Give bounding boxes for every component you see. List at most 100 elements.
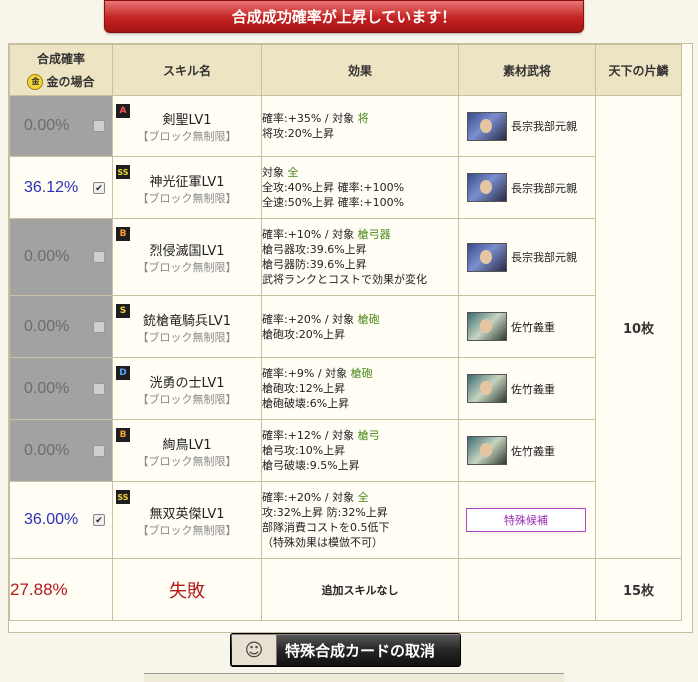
material-general-name: 佐竹義重 xyxy=(511,444,555,458)
skill-cell: SS 無双英傑LV1 【ブロック無制限】 xyxy=(112,481,262,559)
material-cell: 特殊候補 xyxy=(458,481,596,559)
rate-cell: 0.00% xyxy=(9,218,113,296)
skill-cell: SS 神光征軍LV1 【ブロック無制限】 xyxy=(112,156,262,219)
rank-badge-icon: B xyxy=(116,227,130,241)
skill-name: 洸勇の士LV1 xyxy=(149,375,225,391)
cancel-special-card-button[interactable]: ☺ 特殊合成カードの取消 xyxy=(230,633,461,667)
skill-name: 無双英傑LV1 xyxy=(149,507,225,522)
material-cell: 長宗我部元親 xyxy=(458,218,596,296)
rate-value: 0.00% xyxy=(24,317,70,335)
effect-line: 確率:+20% / 対象 全 xyxy=(262,491,369,504)
gold-label: 金の場合 xyxy=(46,75,95,89)
skill-row: 0.00% B 絢鳥LV1 【ブロック無制限】 確率:+12% / 対象 槍弓槍… xyxy=(9,419,682,482)
fusion-table: 合成確率 金金の場合 スキル名 効果 素材武将 天下の片鱗 0.00% A 剣聖… xyxy=(9,44,682,621)
skill-row: 0.00% B 烈侵滅国LV1 【ブロック無制限】 確率:+10% / 対象 槍… xyxy=(9,218,682,296)
skill-row: 36.12% ✔ SS 神光征軍LV1 【ブロック無制限】 対象 全全攻:40%… xyxy=(9,156,682,219)
rate-value: 36.00% xyxy=(24,511,79,528)
skill-block-note: 【ブロック無制限】 xyxy=(137,330,237,344)
effect-cell: 確率:+10% / 対象 槍弓器 槍弓器攻:39.6%上昇 槍弓器防:39.6%上昇… xyxy=(261,218,459,296)
skill-name: 烈侵滅国LV1 xyxy=(149,244,225,259)
material-cell: 佐竹義重 xyxy=(458,419,596,482)
skill-block-note: 【ブロック無制限】 xyxy=(137,454,237,468)
effect-cell: 確率:+20% / 対象 槍砲 槍砲攻:20%上昇 xyxy=(261,295,459,358)
general-portrait[interactable] xyxy=(467,436,507,465)
rate-checkbox[interactable]: ✔ xyxy=(93,181,105,194)
skill-header: スキル名 xyxy=(112,44,262,96)
general-portrait[interactable] xyxy=(467,173,507,202)
skill-row: 0.00% A 剣聖LV1 【ブロック無制限】 確率:+35% / 対象 将将攻… xyxy=(9,95,682,559)
general-portrait[interactable] xyxy=(467,312,507,341)
cancel-button-label: 特殊合成カードの取消 xyxy=(285,641,436,660)
success-rate-banner: 合成成功確率が上昇しています！ xyxy=(104,0,584,33)
effect-line: 確率:+9% / 対象 槍砲 xyxy=(262,367,373,380)
rate-value: 0.00% xyxy=(24,441,70,459)
special-candidate-button[interactable]: 特殊候補 xyxy=(466,508,586,532)
effect-cell: 確率:+20% / 対象 全攻:32%上昇 防:32%上昇 部隊消費コストを0.5… xyxy=(261,481,459,559)
material-general-name: 佐竹義重 xyxy=(511,320,555,334)
rate-checkbox[interactable] xyxy=(93,251,105,263)
skill-block-note: 【ブロック無制限】 xyxy=(137,130,237,143)
effect-line: 武将ランクとコストで効果が変化 xyxy=(262,273,427,286)
rank-badge-icon: B xyxy=(116,428,130,442)
effect-line: 全速:50%上昇 確率:+100% xyxy=(262,196,405,209)
material-general-name: 長宗我部元親 xyxy=(511,120,577,133)
rate-value: 0.00% xyxy=(24,379,70,397)
rate-value: 36.12% xyxy=(24,178,79,196)
effect-cell: 確率:+9% / 対象 槍砲 槍砲攻:12%上昇 槍砲破壊:6%上昇 xyxy=(261,357,459,420)
fail-row: 27.88% 失敗 追加スキルなし 15枚 xyxy=(9,558,682,621)
rate-header-label: 合成確率 xyxy=(36,52,85,66)
skill-block-note: 【ブロック無制限】 xyxy=(137,524,237,537)
gold-icon: 金 xyxy=(27,73,44,90)
rate-checkbox[interactable] xyxy=(93,320,105,333)
skill-row: 36.00% ✔ SS 無双英傑LV1 【ブロック無制限】 確率:+20% / … xyxy=(9,481,682,559)
general-portrait[interactable] xyxy=(467,242,507,272)
fail-rate: 27.88% xyxy=(9,558,113,621)
skill-cell: B 絢鳥LV1 【ブロック無制限】 xyxy=(112,419,262,482)
rate-checkbox[interactable] xyxy=(93,120,105,132)
rate-cell: 0.00% xyxy=(9,95,113,157)
rank-badge-icon: D xyxy=(116,366,130,380)
general-portrait[interactable] xyxy=(467,111,507,141)
rate-checkbox[interactable]: ✔ xyxy=(93,514,105,526)
material-general-name: 佐竹義重 xyxy=(511,382,555,396)
effect-line: 攻:32%上昇 防:32%上昇 xyxy=(262,506,388,519)
tenka-header: 天下の片鱗 xyxy=(595,44,682,96)
rate-cell: 36.00% ✔ xyxy=(9,481,113,559)
skill-name: 絢鳥LV1 xyxy=(162,437,212,453)
effect-line: 槍弓器攻:39.6%上昇 xyxy=(262,243,367,256)
effect-line: 将攻:20%上昇 xyxy=(262,127,335,140)
skill-name: 神光征軍LV1 xyxy=(149,174,225,190)
rate-checkbox[interactable] xyxy=(93,444,105,457)
material-general-name: 長宗我部元親 xyxy=(511,181,577,195)
effect-line: 槍砲攻:12%上昇 xyxy=(262,382,346,395)
rank-badge-icon: SS xyxy=(116,165,130,179)
effect-line: 確率:+10% / 対象 槍弓器 xyxy=(262,228,391,241)
rate-value: 0.00% xyxy=(24,117,70,134)
material-general-name: 長宗我部元親 xyxy=(511,251,577,264)
effect-line: 槍弓破壊:9.5%上昇 xyxy=(262,459,360,472)
rate-cell: 0.00% xyxy=(9,357,113,420)
effect-line: 部隊消費コストを0.5低下 xyxy=(262,521,390,534)
effect-line: 対象 全 xyxy=(262,166,299,179)
material-cell: 長宗我部元親 xyxy=(458,95,596,157)
rank-badge-icon: SS xyxy=(116,490,130,504)
rate-cell: 36.12% ✔ xyxy=(9,156,113,219)
effect-cell: 対象 全全攻:40%上昇 確率:+100% 全速:50%上昇 確率:+100% xyxy=(261,156,459,219)
skill-cell: S 銃槍竜騎兵LV1 【ブロック無制限】 xyxy=(112,295,262,358)
fail-effect: 追加スキルなし xyxy=(261,558,459,621)
tenka-count: 10枚 xyxy=(595,95,682,559)
skill-cell: A 剣聖LV1 【ブロック無制限】 xyxy=(112,95,262,157)
skill-name: 剣聖LV1 xyxy=(162,113,212,128)
rate-checkbox[interactable] xyxy=(93,382,105,395)
skill-name: 銃槍竜騎兵LV1 xyxy=(143,313,231,329)
skill-block-note: 【ブロック無制限】 xyxy=(137,191,237,205)
effect-cell: 確率:+35% / 対象 将将攻:20%上昇 xyxy=(261,95,459,157)
character-face-icon: ☺ xyxy=(232,635,277,665)
effect-line: 槍弓器防:39.6%上昇 xyxy=(262,258,367,271)
effect-line: 全攻:40%上昇 確率:+100% xyxy=(262,181,405,194)
material-header: 素材武将 xyxy=(458,44,596,96)
general-portrait[interactable] xyxy=(467,374,507,403)
rate-value: 0.00% xyxy=(24,248,70,265)
skill-row: 0.00% S 銃槍竜騎兵LV1 【ブロック無制限】 確率:+20% / 対象 … xyxy=(9,295,682,358)
rank-badge-icon: A xyxy=(116,104,130,118)
